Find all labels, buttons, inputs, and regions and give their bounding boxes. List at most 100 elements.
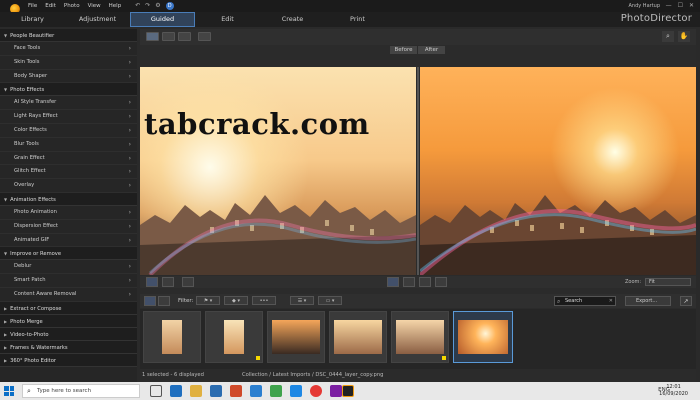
- expand-arrow-icon: ▼: [4, 33, 8, 38]
- thumbnail[interactable]: [391, 311, 449, 363]
- side-by-side-button[interactable]: [178, 32, 191, 41]
- maximize-icon[interactable]: ☐: [678, 2, 683, 9]
- list-view-button[interactable]: [158, 296, 170, 306]
- single-view-button[interactable]: [146, 32, 159, 41]
- sidebar-item[interactable]: Dispersion Effect ›: [0, 220, 137, 234]
- thumb-view-button[interactable]: [144, 296, 156, 306]
- tab-adjustment[interactable]: Adjustment: [65, 12, 130, 27]
- sidebar-section-collapsed[interactable]: ▶ 360° Photo Editor: [0, 353, 137, 367]
- compare-divider[interactable]: [417, 67, 419, 275]
- export-button[interactable]: Export...: [625, 296, 671, 306]
- sidebar-section[interactable]: ▼ Improve or Remove: [0, 247, 137, 261]
- office-icon[interactable]: [230, 385, 242, 397]
- rotate-icon[interactable]: [182, 277, 194, 287]
- sidebar-section[interactable]: ▼ Photo Effects: [0, 83, 137, 97]
- after-photo[interactable]: [420, 67, 696, 275]
- zoom-select[interactable]: Fit: [645, 278, 691, 286]
- filmstrip: [140, 309, 696, 369]
- filter-flag-dropdown[interactable]: ⚑ ▾: [196, 296, 220, 305]
- menu-view[interactable]: View: [88, 3, 101, 9]
- task-view-icon[interactable]: [150, 385, 162, 397]
- word-icon[interactable]: [290, 385, 302, 397]
- sidebar-item-label: Dispersion Effect: [14, 222, 58, 229]
- thumbnail-selected[interactable]: [453, 311, 513, 363]
- edge-icon[interactable]: [170, 385, 182, 397]
- minimize-icon[interactable]: —: [666, 2, 672, 9]
- tab-print[interactable]: Print: [325, 12, 390, 27]
- tab-edit[interactable]: Edit: [195, 12, 260, 27]
- sidebar-section-collapsed[interactable]: ▶ Video-to-Photo: [0, 327, 137, 341]
- compare-view-button[interactable]: [162, 32, 175, 41]
- search-input[interactable]: ⌕ Search ✕: [554, 296, 616, 306]
- sidebar-item[interactable]: Content Aware Removal ›: [0, 288, 137, 302]
- mail-icon[interactable]: [250, 385, 262, 397]
- chrome-icon[interactable]: [310, 385, 322, 397]
- director-zone-icon[interactable]: D: [165, 2, 174, 10]
- close-icon[interactable]: ✕: [689, 2, 694, 9]
- sidebar-item[interactable]: Deblur ›: [0, 260, 137, 275]
- menu-edit[interactable]: Edit: [45, 3, 56, 9]
- filter-rating-dropdown[interactable]: •••: [252, 296, 276, 305]
- zoom-label: Zoom:: [625, 279, 642, 285]
- sidebar-item[interactable]: Skin Tools ›: [0, 56, 137, 70]
- select-dropdown[interactable]: ▭ ▾: [318, 296, 342, 305]
- sidebar-section-collapsed[interactable]: ▶ Extract or Compose: [0, 301, 137, 315]
- menu-photo[interactable]: Photo: [64, 3, 80, 9]
- clear-icon[interactable]: ✕: [609, 297, 613, 306]
- menu-file[interactable]: File: [28, 3, 37, 9]
- fit-view-button[interactable]: [146, 277, 158, 287]
- sidebar-item[interactable]: Face Tools ›: [0, 42, 137, 56]
- sidebar-item[interactable]: Light Rays Effect ›: [0, 110, 137, 124]
- mask-button[interactable]: [403, 277, 415, 287]
- sidebar-item[interactable]: Color Effects ›: [0, 124, 137, 138]
- sort-dropdown[interactable]: ☰ ▾: [290, 296, 314, 305]
- eraser-button[interactable]: [435, 277, 447, 287]
- undo-icon[interactable]: ↶: [135, 2, 140, 10]
- share-icon[interactable]: ↗: [680, 296, 692, 306]
- compare-button[interactable]: [162, 277, 174, 287]
- tab-library[interactable]: Library: [0, 12, 65, 27]
- chevron-right-icon: ›: [128, 290, 131, 298]
- app-icon[interactable]: [330, 385, 342, 397]
- menu-help[interactable]: Help: [109, 3, 122, 9]
- file-explorer-icon[interactable]: [190, 385, 202, 397]
- sidebar-section[interactable]: ▼ People Beautifier: [0, 29, 137, 42]
- store-icon[interactable]: [210, 385, 222, 397]
- clock[interactable]: 12:01 16/09/2020: [659, 384, 688, 397]
- section-title: Video-to-Photo: [10, 331, 49, 338]
- thumbnail[interactable]: [143, 311, 201, 363]
- sidebar-item[interactable]: AI Style Transfer ›: [0, 96, 137, 111]
- sidebar-section-collapsed[interactable]: ▶ Frames & Watermarks: [0, 340, 137, 354]
- thumbnail[interactable]: [267, 311, 325, 363]
- split-view-button[interactable]: [198, 32, 211, 41]
- toggle-compare-button[interactable]: [387, 277, 399, 287]
- photodirector-taskbar-icon[interactable]: [342, 385, 354, 397]
- brush-button[interactable]: [419, 277, 431, 287]
- sidebar-item[interactable]: Glitch Effect ›: [0, 165, 137, 180]
- tab-guided[interactable]: Guided: [130, 12, 195, 27]
- app-icon[interactable]: [270, 385, 282, 397]
- tab-create[interactable]: Create: [260, 12, 325, 27]
- sidebar-item[interactable]: Photo Animation ›: [0, 206, 137, 220]
- redo-icon[interactable]: ↷: [145, 2, 150, 10]
- sidebar-item[interactable]: Smart Patch ›: [0, 274, 137, 288]
- sidebar-item-label: Light Rays Effect: [14, 113, 58, 120]
- taskbar-search-input[interactable]: ⌕ Type here to search: [22, 384, 140, 398]
- sidebar-item[interactable]: Overlay ›: [0, 179, 137, 193]
- filter-color-dropdown[interactable]: ◆ ▾: [224, 296, 248, 305]
- sidebar-item[interactable]: Blur Tools ›: [0, 138, 137, 152]
- thumbnail[interactable]: [205, 311, 263, 363]
- before-photo[interactable]: tabcrack.com: [140, 67, 416, 275]
- sidebar-section-collapsed[interactable]: ▶ Photo Merge: [0, 314, 137, 328]
- sidebar-item[interactable]: Grain Effect ›: [0, 152, 137, 166]
- settings-icon[interactable]: ⚙: [155, 2, 160, 10]
- start-button[interactable]: [4, 386, 14, 396]
- zoom-icon[interactable]: ⌕: [662, 31, 674, 42]
- thumbnail[interactable]: [329, 311, 387, 363]
- user-name[interactable]: Andy Hartup: [629, 3, 661, 9]
- sidebar-item[interactable]: Body Shaper ›: [0, 70, 137, 84]
- chevron-right-icon: ›: [128, 58, 131, 66]
- sidebar-section[interactable]: ▼ Animation Effects: [0, 192, 137, 206]
- hand-tool-icon[interactable]: ✋: [678, 31, 690, 42]
- sidebar-item[interactable]: Animated GIF ›: [0, 234, 137, 248]
